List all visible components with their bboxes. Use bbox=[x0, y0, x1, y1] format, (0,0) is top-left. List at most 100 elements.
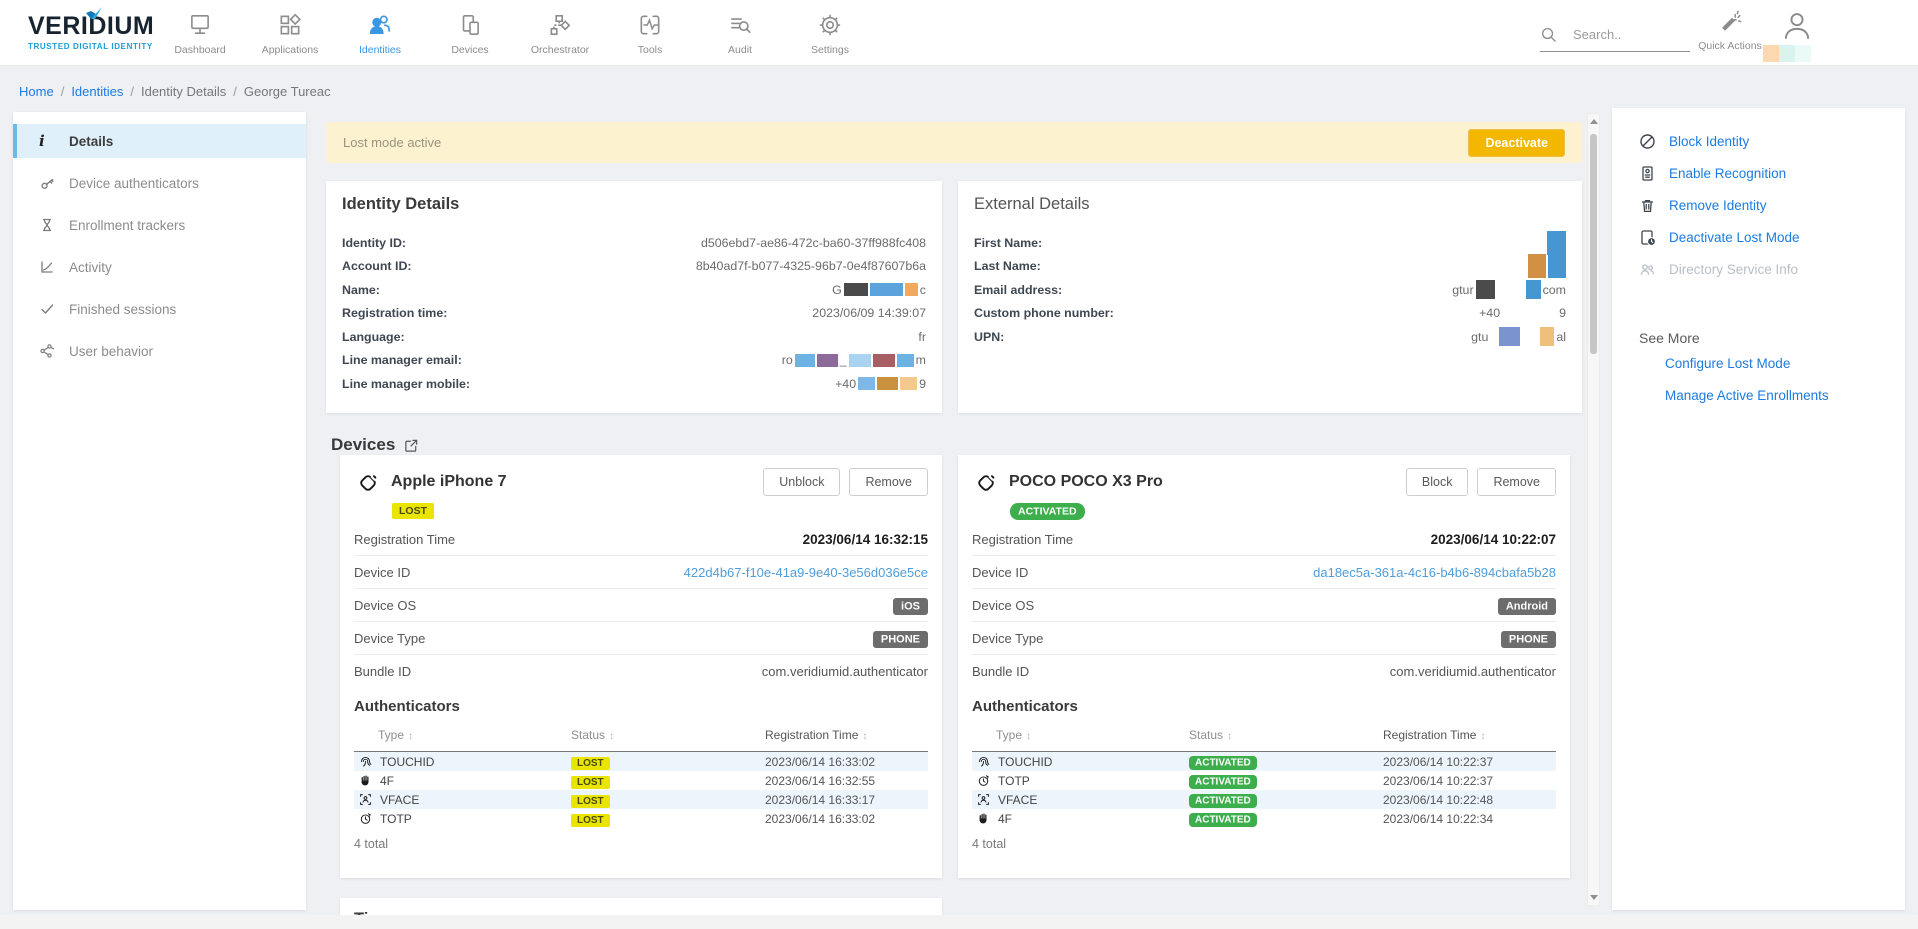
face-scan-icon bbox=[975, 793, 991, 806]
directory-service-info-action: Directory Service Info bbox=[1639, 258, 1887, 280]
id-card-icon bbox=[1639, 165, 1660, 182]
table-row[interactable]: VFACE ACTIVATED 2023/06/14 10:22:48 bbox=[972, 790, 1556, 809]
remove-device-button[interactable]: Remove bbox=[1477, 468, 1556, 496]
breadcrumb-home[interactable]: Home bbox=[19, 84, 54, 99]
text-fragment: _ bbox=[840, 353, 847, 367]
column-header-registration-time[interactable]: Registration Time bbox=[1383, 728, 1485, 742]
global-search bbox=[1540, 26, 1690, 52]
device-name: POCO POCO X3 Pro bbox=[1009, 468, 1163, 496]
enable-recognition-action[interactable]: Enable Recognition bbox=[1639, 162, 1887, 184]
breadcrumb-identities[interactable]: Identities bbox=[71, 84, 123, 99]
device-row-registration-time: Registration Time 2023/06/14 10:22:07 bbox=[972, 523, 1556, 556]
device-row-device-type: Device Type PHONE bbox=[972, 622, 1556, 655]
hand-4f-icon bbox=[975, 812, 991, 825]
table-row[interactable]: TOTP LOST 2023/06/14 16:33:02 bbox=[354, 809, 928, 828]
column-header-status[interactable]: Status bbox=[571, 728, 614, 742]
sidebar-item-label: Activity bbox=[69, 260, 112, 275]
sidebar-item-device-authenticators[interactable]: Device authenticators bbox=[13, 166, 306, 200]
redaction-block bbox=[1779, 45, 1795, 62]
sidebar-item-finished-sessions[interactable]: Finished sessions bbox=[13, 292, 306, 326]
device-row-bundle-id: Bundle ID com.veridiumid.authenticator bbox=[972, 655, 1556, 688]
nav-identities[interactable]: Identities bbox=[343, 10, 417, 56]
device-id-link[interactable]: 422d4b67-f10e-41a9-9e40-3e56d036e5ce bbox=[684, 565, 928, 580]
column-header-type[interactable]: Type bbox=[996, 728, 1031, 742]
nav-tools[interactable]: Tools bbox=[613, 10, 687, 56]
sidebar-item-details[interactable]: i Details bbox=[13, 124, 306, 158]
nav-devices[interactable]: Devices bbox=[433, 10, 507, 56]
auth-time: 2023/06/14 10:22:37 bbox=[1383, 755, 1556, 769]
column-header-type[interactable]: Type bbox=[378, 728, 413, 742]
bundle-id-value: com.veridiumid.authenticator bbox=[1390, 664, 1556, 679]
field-account-id: Account ID: 8b40ad7f-b077-4325-96b7-0e4f… bbox=[342, 255, 926, 279]
column-header-registration-time[interactable]: Registration Time bbox=[765, 728, 867, 742]
external-link-icon[interactable] bbox=[404, 438, 419, 453]
nav-label: Orchestrator bbox=[531, 44, 589, 56]
unblock-device-button[interactable]: Unblock bbox=[763, 468, 840, 496]
top-bar: VERIDIUM TRUSTED DIGITAL IDENTITY Dashbo… bbox=[0, 0, 1918, 66]
redaction-block bbox=[900, 377, 917, 390]
activity-chart-icon bbox=[39, 259, 69, 275]
configure-lost-mode-link[interactable]: Configure Lost Mode bbox=[1665, 356, 1887, 374]
auth-time: 2023/06/14 10:22:34 bbox=[1383, 812, 1556, 826]
status-badge: ACTIVATED bbox=[1189, 756, 1257, 770]
device-registration-time: 2023/06/14 10:22:07 bbox=[1431, 532, 1556, 547]
nav-applications[interactable]: Applications bbox=[253, 10, 327, 56]
nav-settings[interactable]: Settings bbox=[793, 10, 867, 56]
table-row[interactable]: 4F LOST 2023/06/14 16:32:55 bbox=[354, 771, 928, 790]
text-fragment: m bbox=[916, 353, 926, 367]
text-fragment: com bbox=[1543, 283, 1566, 297]
see-more-toggle[interactable]: See More bbox=[1639, 330, 1887, 346]
face-scan-icon bbox=[357, 793, 373, 806]
sidebar-item-user-behavior[interactable]: User behavior bbox=[13, 334, 306, 368]
user-avatar[interactable] bbox=[1780, 8, 1816, 44]
redaction-block bbox=[897, 354, 914, 367]
breadcrumb-separator: / bbox=[130, 84, 134, 99]
auth-type: TOUCHID bbox=[998, 755, 1052, 769]
table-row[interactable]: TOUCHID LOST 2023/06/14 16:33:02 bbox=[354, 752, 928, 771]
text-fragment: +40 bbox=[1479, 306, 1500, 320]
table-row[interactable]: TOUCHID ACTIVATED 2023/06/14 10:22:37 bbox=[972, 752, 1556, 771]
redaction-block bbox=[905, 283, 918, 296]
devices-section-heading: Devices bbox=[331, 435, 419, 455]
text-fragment: gtur bbox=[1452, 283, 1473, 297]
scrollbar-thumb[interactable] bbox=[1590, 134, 1597, 354]
status-badge: ACTIVATED bbox=[1189, 775, 1257, 789]
search-icon bbox=[1540, 26, 1557, 43]
block-device-button[interactable]: Block bbox=[1406, 468, 1469, 496]
search-input[interactable] bbox=[1573, 27, 1685, 42]
redaction-block bbox=[1526, 280, 1541, 299]
block-identity-action[interactable]: Block Identity bbox=[1639, 130, 1887, 152]
remove-identity-action[interactable]: Remove Identity bbox=[1639, 194, 1887, 216]
device-brand-icon bbox=[354, 469, 382, 497]
device-id-link[interactable]: da18ec5a-361a-4c16-b4b6-894cbafa5b28 bbox=[1313, 565, 1556, 580]
trash-icon bbox=[1639, 197, 1660, 214]
redaction-block bbox=[1547, 231, 1566, 255]
deactivate-lost-mode-button[interactable]: Deactivate bbox=[1468, 129, 1565, 157]
veridium-logo[interactable]: VERIDIUM TRUSTED DIGITAL IDENTITY bbox=[28, 13, 154, 51]
sidebar-item-enrollment-trackers[interactable]: Enrollment trackers bbox=[13, 208, 306, 242]
redaction-block bbox=[870, 283, 903, 296]
redaction-block bbox=[873, 354, 895, 367]
field-custom-phone-number: Custom phone number: +409 bbox=[974, 302, 1566, 326]
scroll-down-arrow[interactable] bbox=[1590, 895, 1598, 900]
scroll-up-arrow[interactable] bbox=[1590, 119, 1598, 124]
nav-orchestrator[interactable]: Orchestrator bbox=[523, 10, 597, 56]
deactivate-lost-mode-action[interactable]: Deactivate Lost Mode bbox=[1639, 226, 1887, 248]
breadcrumb-separator: / bbox=[61, 84, 65, 99]
remove-device-button[interactable]: Remove bbox=[849, 468, 928, 496]
first-name-redacted bbox=[1547, 231, 1566, 255]
quick-actions-button[interactable]: Quick Actions bbox=[1694, 10, 1766, 52]
nav-audit[interactable]: Audit bbox=[703, 10, 777, 56]
sidebar-item-label: Device authenticators bbox=[69, 176, 199, 191]
table-row[interactable]: VFACE LOST 2023/06/14 16:33:17 bbox=[354, 790, 928, 809]
account-id-value: 8b40ad7f-b077-4325-96b7-0e4f87607b6a bbox=[696, 259, 926, 273]
manage-active-enrollments-link[interactable]: Manage Active Enrollments bbox=[1665, 388, 1887, 406]
vertical-scrollbar[interactable] bbox=[1587, 113, 1600, 906]
sidebar-item-activity[interactable]: Activity bbox=[13, 250, 306, 284]
table-row[interactable]: 4F ACTIVATED 2023/06/14 10:22:34 bbox=[972, 809, 1556, 828]
auth-time: 2023/06/14 16:33:02 bbox=[765, 755, 928, 769]
column-header-status[interactable]: Status bbox=[1189, 728, 1232, 742]
nav-label: Dashboard bbox=[174, 44, 225, 56]
nav-dashboard[interactable]: Dashboard bbox=[163, 10, 237, 56]
table-row[interactable]: TOTP ACTIVATED 2023/06/14 10:22:37 bbox=[972, 771, 1556, 790]
